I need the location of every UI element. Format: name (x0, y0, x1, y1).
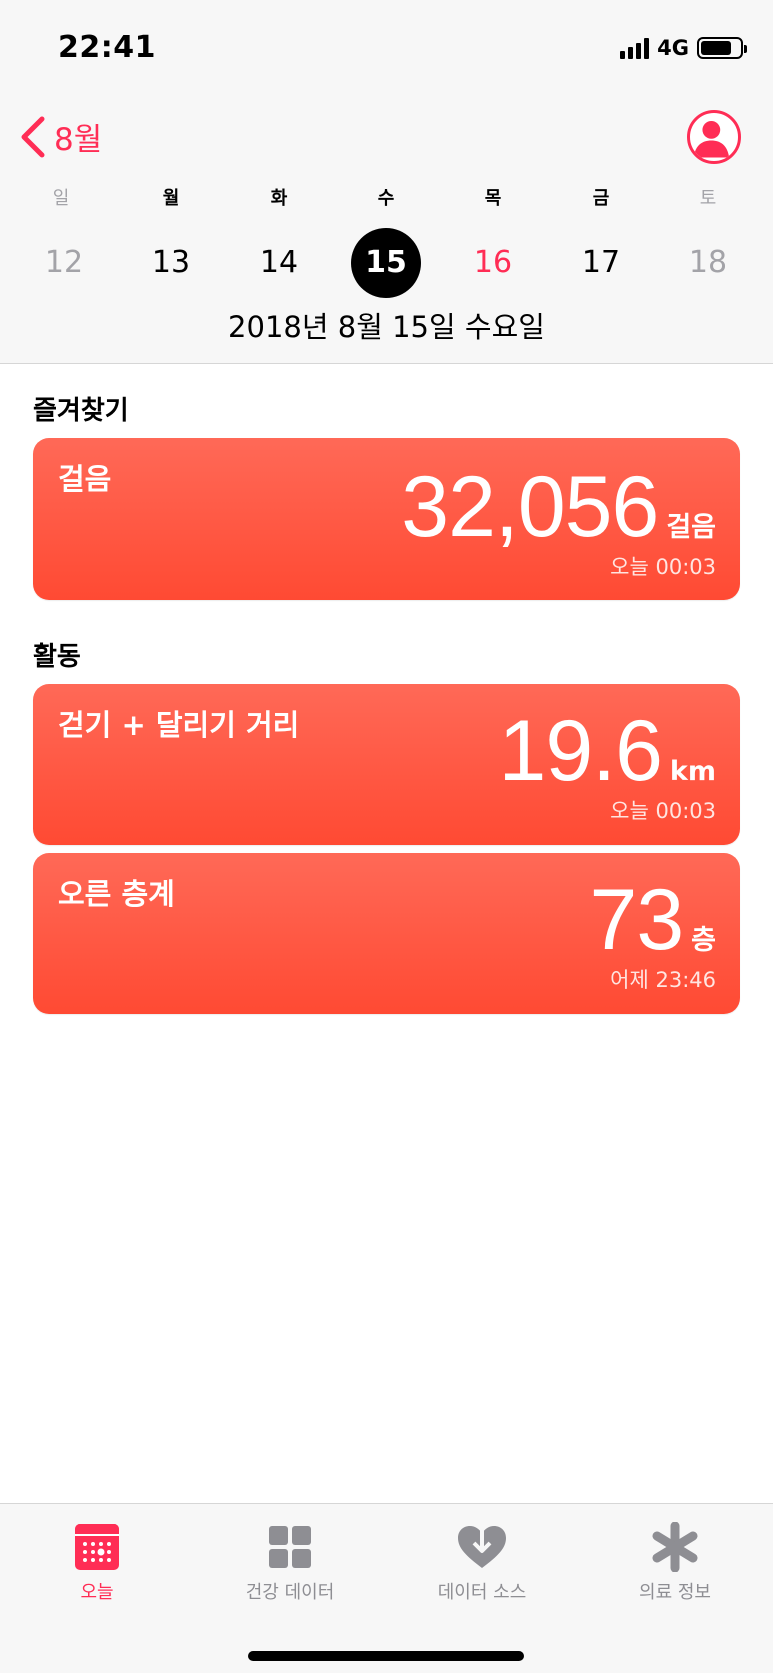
weekday-label: 월 (162, 188, 180, 209)
weekday-label: 화 (270, 188, 288, 209)
back-button[interactable]: 8월 (18, 114, 102, 159)
card-name: 오른 층계 (58, 877, 175, 911)
distance-card[interactable]: 걷기 + 달리기 거리 19.6 km 오늘 00:03 (33, 684, 740, 845)
tab-bar: 오늘 건강 데이터 데이터 소스 의료 정보 (0, 1503, 773, 1673)
back-label: 8월 (54, 122, 103, 158)
tab-today[interactable]: 오늘 (2, 1514, 192, 1604)
weekday-label: 수 (377, 188, 395, 209)
heart-download-icon (458, 1522, 506, 1568)
status-bar: 22:41 4G (0, 0, 773, 100)
weekday-label: 일 (52, 188, 70, 209)
tab-label: 오늘 (80, 1582, 114, 1603)
date-cell[interactable]: 18 (673, 228, 743, 298)
battery-icon (697, 37, 747, 59)
grid-icon (269, 1526, 311, 1568)
date-cell[interactable]: 12 (29, 228, 99, 298)
card-value-row: 32,056 걸음 (401, 458, 716, 557)
card-timestamp: 오늘 00:03 (610, 555, 716, 579)
card-value: 19.6 (498, 703, 663, 799)
date-cell[interactable]: 13 (136, 228, 206, 298)
home-indicator[interactable] (248, 1651, 524, 1661)
weekday-label: 목 (484, 188, 502, 209)
selected-date-label: 2018년 8월 15일 수요일 (228, 310, 545, 344)
weekday-row: 일 월 화 수 목 금 토 (0, 184, 773, 212)
status-indicators: 4G (620, 34, 747, 62)
favorites-section-title: 즐겨찾기 (33, 396, 129, 426)
card-value-row: 73 층 (589, 871, 716, 970)
date-cell[interactable]: 17 (566, 228, 636, 298)
tab-medical-id[interactable]: 의료 정보 (580, 1514, 770, 1604)
card-name: 걸음 (58, 462, 112, 496)
tab-health-data[interactable]: 건강 데이터 (195, 1514, 385, 1604)
status-time: 22:41 (58, 30, 156, 65)
card-value: 32,056 (401, 459, 659, 555)
person-icon (693, 121, 730, 158)
card-value-row: 19.6 km (499, 702, 716, 801)
signal-icon (620, 37, 650, 59)
tab-label: 건강 데이터 (245, 1582, 335, 1603)
activity-section-title: 활동 (33, 642, 81, 672)
date-cell[interactable]: 14 (244, 228, 314, 298)
card-value: 73 (589, 872, 684, 968)
nav-bar: 8월 (0, 110, 773, 170)
weekday-label: 금 (592, 188, 610, 209)
card-unit: 층 (691, 925, 716, 956)
card-timestamp: 어제 23:46 (610, 968, 716, 992)
asterisk-icon (652, 1522, 698, 1572)
tab-data-sources[interactable]: 데이터 소스 (387, 1514, 577, 1604)
flights-climbed-card[interactable]: 오른 층계 73 층 어제 23:46 (33, 853, 740, 1014)
card-timestamp: 오늘 00:03 (610, 799, 716, 823)
date-cell-selected[interactable]: 15 (351, 228, 421, 298)
date-cell-today[interactable]: 16 (458, 228, 528, 298)
card-unit: 걸음 (666, 512, 716, 543)
network-type: 4G (657, 36, 689, 60)
steps-card[interactable]: 걸음 32,056 걸음 오늘 00:03 (33, 438, 740, 600)
card-unit: km (669, 756, 716, 787)
tab-label: 의료 정보 (639, 1582, 711, 1603)
header-area: 22:41 4G 8월 일 월 화 수 목 금 토 12 13 14 15 16… (0, 0, 773, 364)
profile-avatar-button[interactable] (687, 110, 741, 164)
date-row: 12 13 14 15 16 17 18 (0, 228, 773, 298)
weekday-label: 토 (699, 188, 717, 209)
chevron-left-icon (21, 116, 45, 157)
card-name: 걷기 + 달리기 거리 (58, 708, 300, 742)
calendar-today-icon (75, 1524, 119, 1570)
tab-label: 데이터 소스 (437, 1582, 527, 1603)
